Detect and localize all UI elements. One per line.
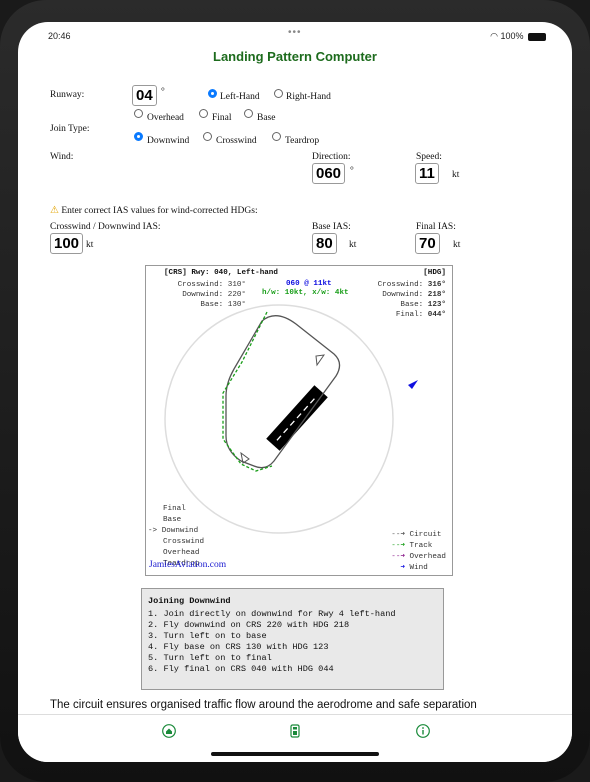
join-list-overhead: Overhead bbox=[163, 549, 200, 557]
join-downwind-radio[interactable] bbox=[134, 132, 143, 141]
crs-row-crosswind: Crosswind: 310° bbox=[177, 281, 246, 289]
join-teardrop-label: Teardrop bbox=[285, 136, 320, 146]
wind-arrow-icon bbox=[408, 380, 418, 389]
wind-speed-unit: kt bbox=[452, 170, 460, 180]
join-downwind-label: Downwind bbox=[147, 136, 190, 146]
circuit-arrow-downwind bbox=[240, 451, 250, 464]
instruction-line: 4. Fly base on CRS 130 with HDG 123 bbox=[148, 642, 329, 652]
home-icon[interactable] bbox=[162, 724, 176, 738]
instruction-line: 2. Fly downwind on CRS 220 with HDG 218 bbox=[148, 620, 350, 630]
hdg-row-base: Base: 123° bbox=[400, 301, 446, 309]
final-ias-label: Final IAS: bbox=[416, 222, 456, 232]
base-ias-label: Base IAS: bbox=[312, 222, 351, 232]
left-hand-radio[interactable] bbox=[208, 89, 217, 98]
crosswind-ias-input[interactable]: 100 bbox=[50, 233, 84, 254]
wind-text: 060 @ 11kt bbox=[286, 280, 332, 288]
join-list-marker: -> bbox=[148, 527, 158, 535]
ias-warning-text: Enter correct IAS values for wind-correc… bbox=[61, 206, 258, 216]
join-base-radio[interactable] bbox=[244, 109, 253, 118]
join-list-crosswind: Crosswind bbox=[163, 538, 205, 546]
status-bar: 20:46 ••• ◠ 100% bbox=[18, 22, 572, 44]
footer-text: The circuit ensures organised traffic fl… bbox=[50, 699, 477, 711]
join-base-label: Base bbox=[257, 113, 276, 123]
base-ias-unit: kt bbox=[349, 240, 357, 250]
join-overhead-label: Overhead bbox=[147, 113, 184, 123]
final-ias-unit: kt bbox=[453, 240, 461, 250]
legend-overhead: --➜ Overhead bbox=[391, 553, 446, 561]
wifi-icon: ◠ bbox=[490, 32, 498, 42]
right-hand-label: Right-Hand bbox=[286, 92, 331, 102]
hdg-header: [HDG] bbox=[423, 269, 446, 277]
circuit-arrow-upwind bbox=[315, 354, 326, 367]
page-title: Landing Pattern Computer bbox=[213, 49, 377, 64]
instruction-line: 6. Fly final on CRS 040 with HDG 044 bbox=[148, 664, 334, 674]
join-list-downwind: -> Downwind bbox=[148, 527, 199, 535]
pattern-circle bbox=[164, 304, 394, 534]
battery-percent: 100% bbox=[500, 31, 524, 41]
crosswind-ias-label: Crosswind / Downwind IAS: bbox=[50, 222, 161, 232]
wind-direction-unit: ° bbox=[350, 166, 354, 176]
crs-list: Crosswind: 310° Downwind: 220° Base: 130… bbox=[166, 280, 246, 310]
final-ias-input[interactable]: 70 bbox=[415, 233, 440, 254]
right-hand-radio[interactable] bbox=[274, 89, 283, 98]
crs-row-base: Base: 130° bbox=[200, 301, 246, 309]
status-right: ◠ 100% bbox=[490, 31, 546, 42]
home-indicator bbox=[211, 752, 379, 756]
hdg-row-downwind: Downwind: 218° bbox=[382, 291, 446, 299]
wind-speed-input[interactable]: 11 bbox=[415, 163, 439, 184]
crs-row-downwind: Downwind: 220° bbox=[182, 291, 246, 299]
wind-label: Wind: bbox=[50, 152, 74, 162]
join-crosswind-label: Crosswind bbox=[216, 136, 257, 146]
wind-direction-label: Direction: bbox=[312, 152, 351, 162]
hdg-row-final: Final: 044° bbox=[395, 311, 446, 319]
base-ias-input[interactable]: 80 bbox=[312, 233, 337, 254]
join-teardrop-radio[interactable] bbox=[272, 132, 281, 141]
runway-shape bbox=[266, 385, 328, 451]
join-type-label: Join Type: bbox=[50, 124, 90, 134]
legend-wind: ➜ Wind bbox=[391, 564, 428, 572]
tablet-frame: 20:46 ••• ◠ 100% Landing Pattern Compute… bbox=[0, 0, 590, 782]
crosswind-ias-unit: kt bbox=[86, 240, 94, 250]
status-dots: ••• bbox=[288, 27, 302, 38]
join-final-label: Final bbox=[212, 113, 232, 123]
ias-warning: ⚠ Enter correct IAS values for wind-corr… bbox=[50, 205, 258, 216]
crs-header: [CRS] Rwy: 040, Left-hand bbox=[164, 269, 278, 277]
legend-circuit: --➜ Circuit bbox=[391, 531, 442, 539]
instruction-line: 1. Join directly on downwind for Rwy 4 l… bbox=[148, 609, 396, 619]
runway-unit: ° bbox=[161, 87, 165, 97]
join-overhead-radio[interactable] bbox=[134, 109, 143, 118]
instruction-line: 3. Turn left on to base bbox=[148, 631, 267, 641]
pattern-diagram: [CRS] Rwy: 040, Left-hand [HDG] Crosswin… bbox=[145, 265, 453, 576]
battery-icon bbox=[528, 32, 546, 41]
wind-speed-label: Speed: bbox=[416, 152, 442, 162]
join-final-radio[interactable] bbox=[199, 109, 208, 118]
wind-components: h/w: 10kt, x/w: 4kt bbox=[262, 289, 349, 297]
track-path bbox=[222, 311, 273, 472]
legend: --➜ Circuit --➜ Track --➜ Overhead ➜ Win… bbox=[391, 530, 446, 574]
info-icon[interactable] bbox=[416, 724, 430, 738]
screen: 20:46 ••• ◠ 100% Landing Pattern Compute… bbox=[18, 22, 572, 762]
phone-calculator-icon[interactable] bbox=[288, 724, 302, 738]
join-list-final: Final bbox=[163, 505, 186, 513]
runway-input[interactable]: 04 bbox=[132, 85, 157, 106]
join-list-base: Base bbox=[163, 516, 182, 524]
hdg-list: Crosswind: 316° Downwind: 218° Base: 123… bbox=[346, 280, 446, 320]
hdg-row-crosswind: Crosswind: 316° bbox=[377, 281, 446, 289]
wind-direction-input[interactable]: 060 bbox=[312, 163, 346, 184]
warning-icon: ⚠ bbox=[50, 205, 59, 216]
join-crosswind-radio[interactable] bbox=[203, 132, 212, 141]
credit-link[interactable]: JamiesAviation.com bbox=[149, 560, 226, 570]
legend-track: --➜ Track bbox=[391, 542, 433, 550]
instruction-line: 5. Turn left on to final bbox=[148, 653, 272, 663]
instructions-panel: Joining Downwind 1. Join directly on dow… bbox=[141, 588, 444, 690]
left-hand-label: Left-Hand bbox=[220, 92, 260, 102]
status-time: 20:46 bbox=[48, 31, 71, 41]
instructions-heading: Joining Downwind bbox=[148, 596, 231, 606]
runway-label: Runway: bbox=[50, 90, 85, 100]
